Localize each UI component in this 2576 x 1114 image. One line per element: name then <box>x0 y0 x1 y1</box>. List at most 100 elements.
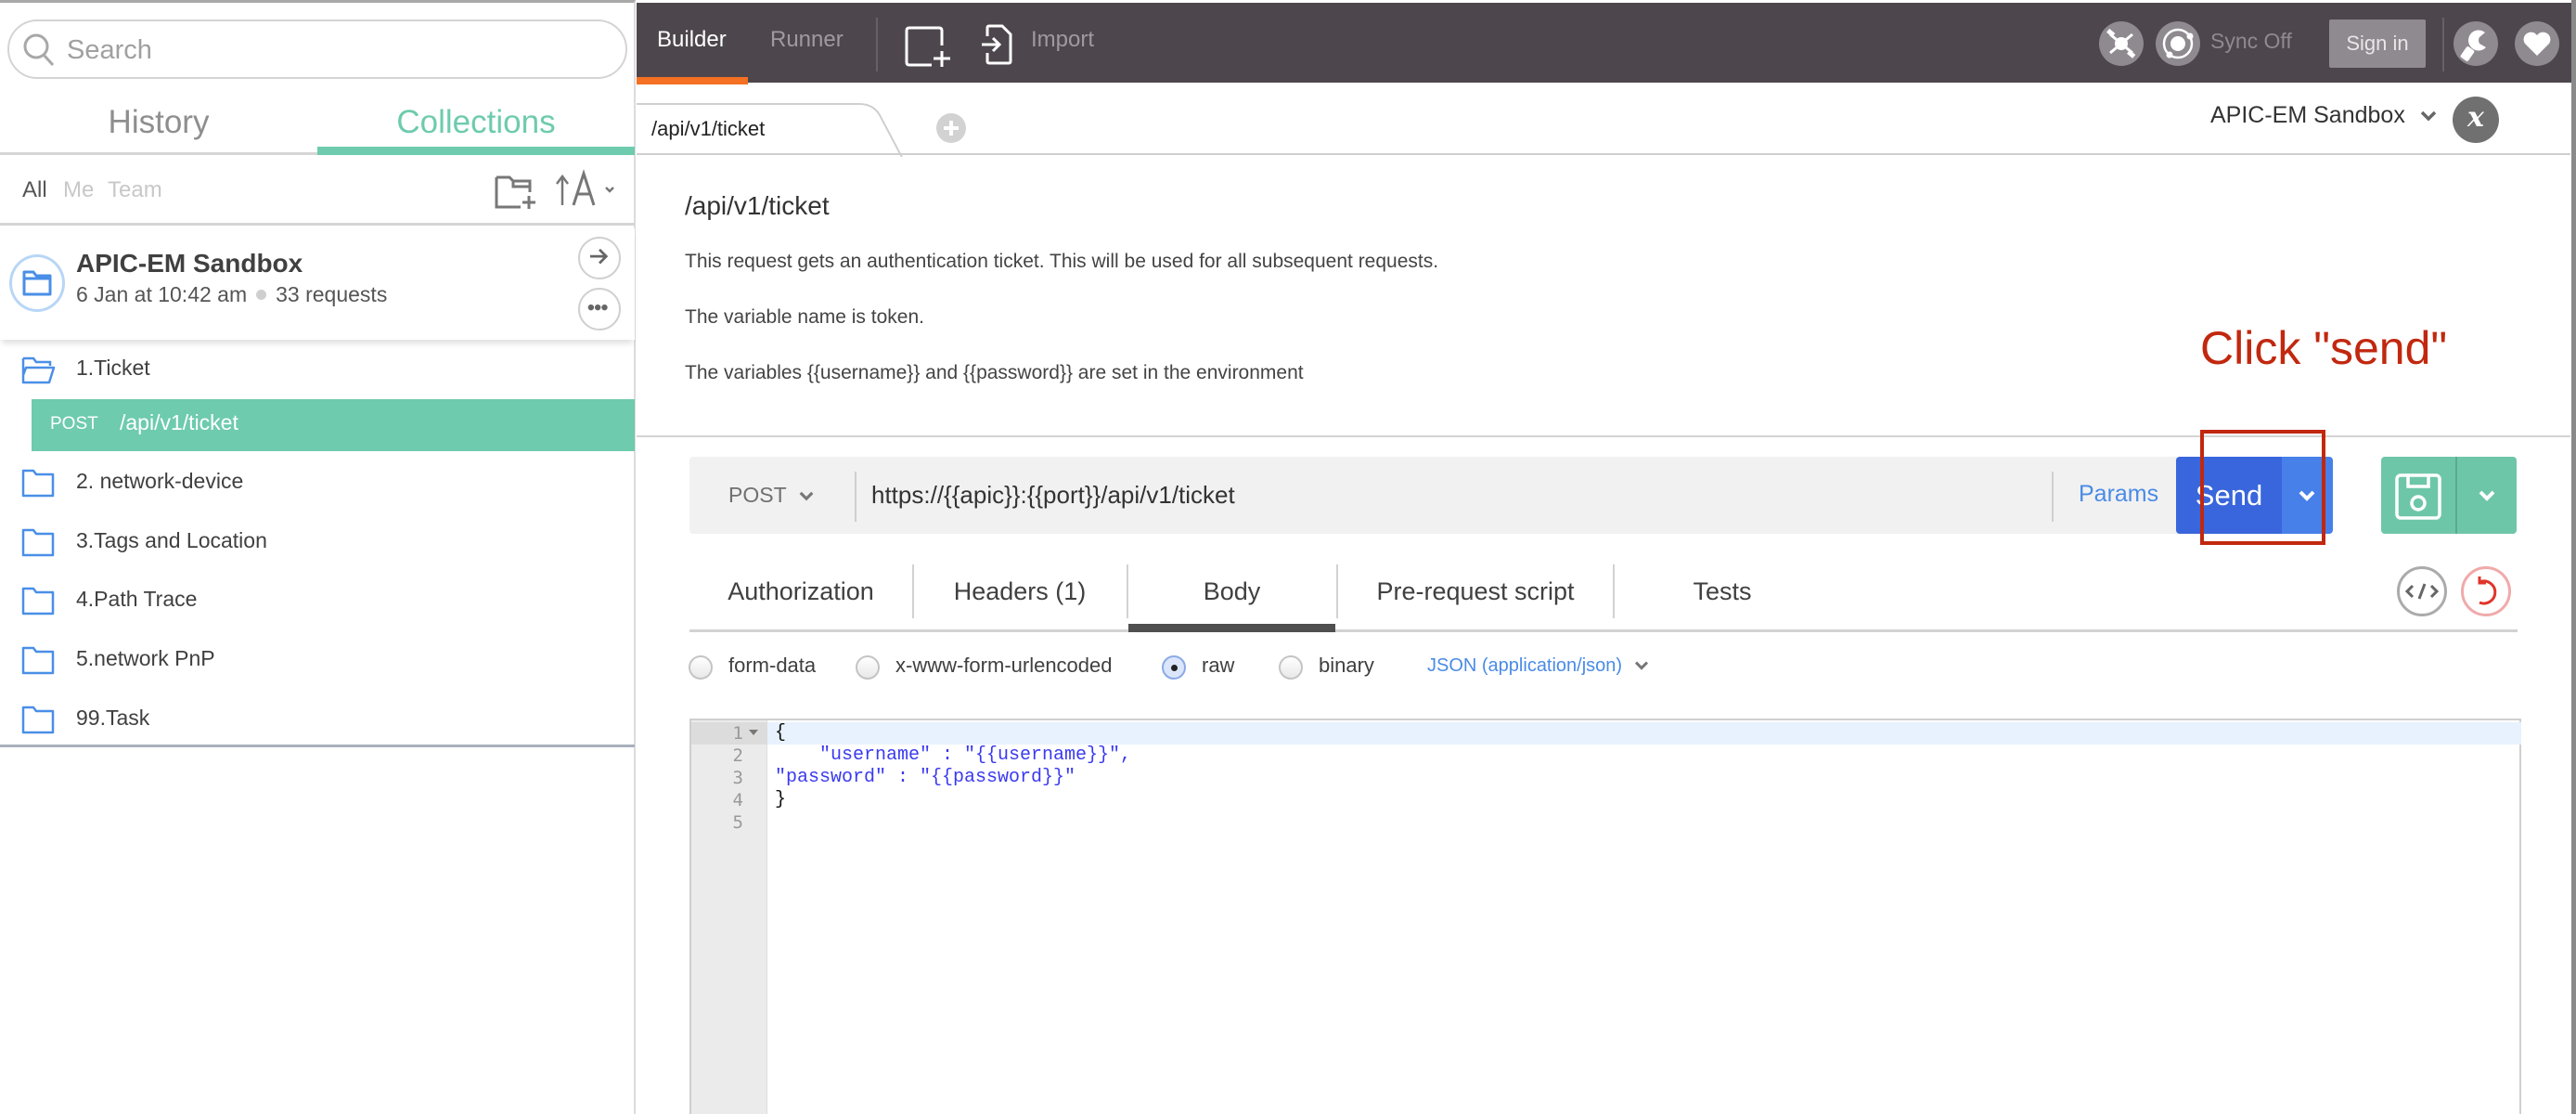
collection-icon <box>9 254 65 312</box>
collection-meta: 6 Jan at 10:42 am 33 requests <box>76 282 387 307</box>
tab-headers[interactable]: Headers (1) <box>914 564 1126 629</box>
line-number: 5 <box>732 812 743 833</box>
folder-item[interactable]: 3.Tags and Location <box>0 514 635 570</box>
collection-request-count: 33 requests <box>276 282 388 306</box>
search-input[interactable] <box>67 29 614 71</box>
open-collection-button[interactable] <box>578 237 621 279</box>
section-divider <box>637 435 2570 437</box>
tab-history[interactable]: History <box>0 96 317 155</box>
import-icon[interactable] <box>980 23 1013 66</box>
sort-icon[interactable] <box>555 168 622 211</box>
save-options-button[interactable] <box>2455 457 2517 534</box>
add-tab-button[interactable] <box>936 113 966 143</box>
import-button[interactable]: Import <box>1031 27 1094 53</box>
request-title: /api/v1/ticket <box>685 191 830 220</box>
body-editor[interactable]: 1 2 3 4 5 { "username" : "{{username}}",… <box>689 719 2521 1114</box>
favorite-button[interactable] <box>2515 21 2559 66</box>
environment-select[interactable]: APIC-EM Sandbox <box>2210 102 2438 129</box>
settings-button[interactable] <box>2454 21 2498 66</box>
plus-icon <box>944 121 959 136</box>
tab-tests[interactable]: Tests <box>1615 564 1830 629</box>
sync-icon <box>2162 28 2194 59</box>
collection-more-button[interactable] <box>578 288 621 330</box>
tab-builder[interactable]: Builder <box>657 27 727 53</box>
filter-team[interactable]: Team <box>108 177 162 203</box>
tab-collections[interactable]: Collections <box>317 96 635 155</box>
folder-icon <box>21 706 55 734</box>
sync-status-label: Sync Off <box>2210 29 2292 53</box>
code-line: "password" : "{{password}}" <box>775 767 1076 788</box>
arrow-right-icon <box>589 248 609 265</box>
folder-item[interactable]: 5.network PnP <box>0 632 635 688</box>
interceptor-icon <box>2106 28 2136 58</box>
folder-item[interactable]: 99.Task <box>0 692 635 747</box>
folder-item[interactable]: 4.Path Trace <box>0 573 635 628</box>
content-type-label: JSON (application/json) <box>1427 655 1623 676</box>
method-label: POST <box>728 483 787 507</box>
window-scrollbar[interactable] <box>2571 0 2576 1114</box>
active-line-highlight <box>767 722 2521 745</box>
radio-x-www-form-urlencoded[interactable] <box>856 655 880 680</box>
chevron-down-icon <box>2479 490 2495 501</box>
folder-item[interactable]: 2. network-device <box>0 455 635 511</box>
reset-button[interactable] <box>2461 566 2511 616</box>
radio-label[interactable]: raw <box>1202 654 1234 678</box>
collection-name: APIC-EM Sandbox <box>76 249 303 278</box>
method-select[interactable]: POST <box>728 483 815 508</box>
sidebar: History Collections All Me Team APIC-EM … <box>0 0 636 1114</box>
request-item-selected[interactable]: POST /api/v1/ticket <box>32 399 635 451</box>
radio-label[interactable]: form-data <box>728 654 816 678</box>
folder-item[interactable]: 1.Ticket <box>0 342 635 397</box>
wrench-icon <box>2460 30 2486 61</box>
search-icon <box>23 33 55 67</box>
tab-pre-request-script[interactable]: Pre-request script <box>1338 564 1613 629</box>
fold-toggle-icon[interactable] <box>749 730 758 735</box>
filter-me[interactable]: Me <box>63 177 94 203</box>
code-line: { <box>775 722 787 744</box>
radio-raw[interactable] <box>1162 655 1186 680</box>
filter-all[interactable]: All <box>22 177 47 203</box>
interceptor-button[interactable] <box>2099 21 2144 66</box>
description-line: The variables {{username}} and {{passwor… <box>685 362 1304 383</box>
folder-label: 2. network-device <box>76 469 244 493</box>
radio-label[interactable]: binary <box>1319 654 1374 678</box>
request-tab-label: /api/v1/ticket <box>651 117 766 140</box>
new-tab-icon[interactable] <box>904 25 956 68</box>
more-dots-icon <box>587 304 608 311</box>
sign-in-button[interactable]: Sign in <box>2329 19 2426 68</box>
line-number: 3 <box>732 768 743 788</box>
params-button[interactable]: Params <box>2079 481 2158 508</box>
radio-form-data[interactable] <box>689 655 713 680</box>
radio-label[interactable]: x-www-form-urlencoded <box>895 654 1113 678</box>
chevron-down-icon <box>799 491 814 501</box>
send-button[interactable]: Send <box>2176 457 2282 534</box>
tab-body[interactable]: Body <box>1128 564 1335 629</box>
send-options-button[interactable] <box>2282 457 2333 534</box>
request-method-badge: POST <box>50 414 98 434</box>
tab-runner[interactable]: Runner <box>770 27 844 53</box>
separator-dot <box>256 289 267 300</box>
list-divider <box>0 745 635 747</box>
url-divider <box>855 472 857 522</box>
toolbar-divider <box>2442 18 2444 71</box>
search-box[interactable] <box>7 19 627 79</box>
environment-quicklook-button[interactable]: x <box>2453 97 2499 143</box>
save-button[interactable] <box>2381 457 2455 534</box>
url-input[interactable] <box>871 473 1948 516</box>
environment-name: APIC-EM Sandbox <box>2210 102 2405 128</box>
folder-label: 4.Path Trace <box>76 587 198 611</box>
body-type-options: form-data x-www-form-urlencoded raw bina… <box>687 650 1800 687</box>
folder-label: 3.Tags and Location <box>76 528 267 552</box>
request-tab[interactable]: /api/v1/ticket <box>637 95 934 157</box>
radio-binary[interactable] <box>1279 655 1303 680</box>
top-toolbar: Builder Runner Import Sync Off Sign in <box>637 3 2576 84</box>
collection-header[interactable]: APIC-EM Sandbox 6 Jan at 10:42 am 33 requ… <box>0 228 635 340</box>
folder-icon <box>21 469 55 498</box>
content-type-select[interactable]: JSON (application/json) <box>1427 655 1650 677</box>
tab-authorization[interactable]: Authorization <box>689 564 912 629</box>
generate-code-button[interactable] <box>2397 566 2447 616</box>
code-line: "username" : "{{username}}", <box>775 745 1132 766</box>
new-collection-icon[interactable] <box>494 172 538 211</box>
sync-status-button[interactable] <box>2156 21 2200 66</box>
description-line: The variable name is token. <box>685 306 924 328</box>
